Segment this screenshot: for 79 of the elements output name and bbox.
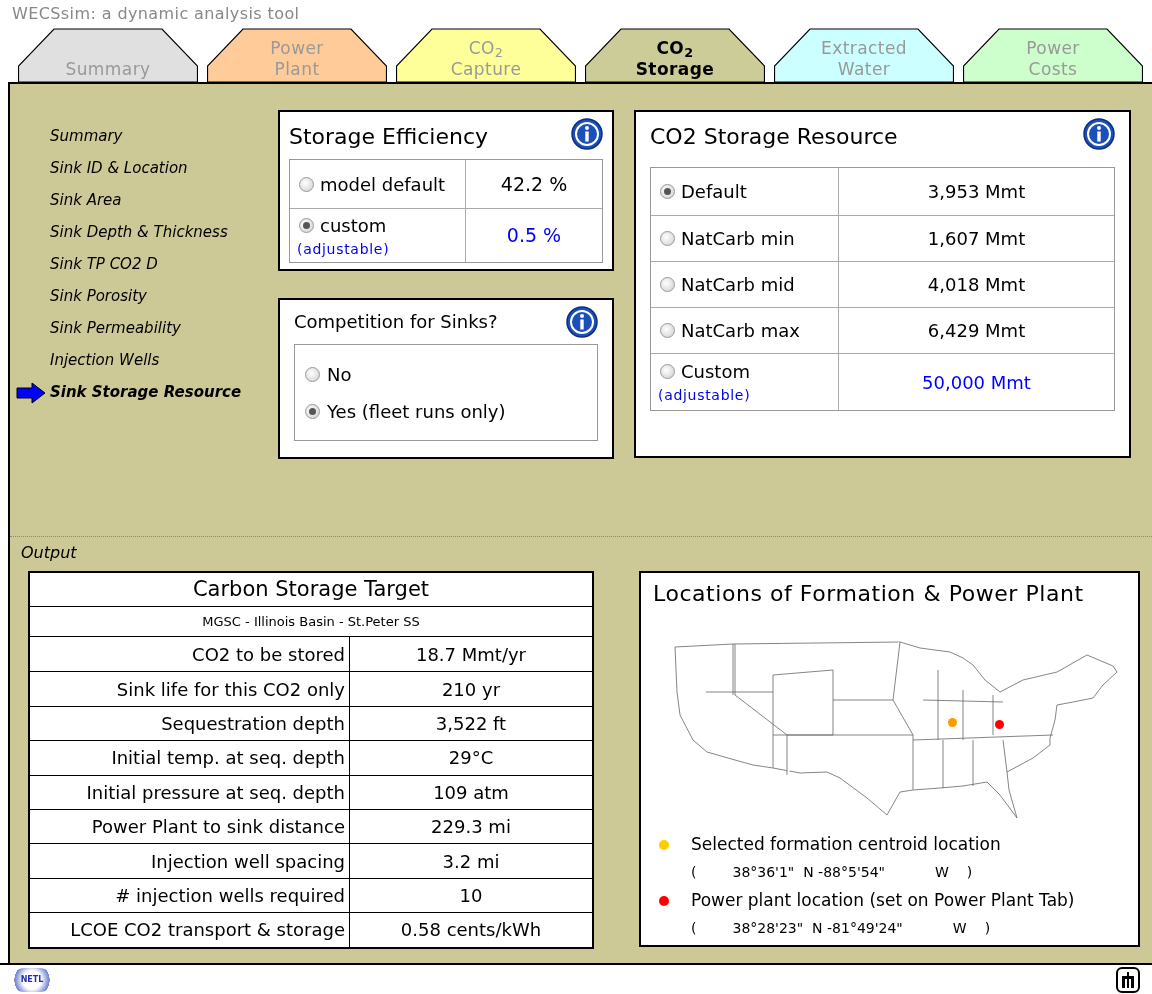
- value-text: 4,018 Mmt: [927, 273, 1026, 297]
- table-title: Carbon Storage Target: [30, 573, 592, 607]
- value-field[interactable]: 0.5 %: [506, 221, 562, 250]
- panel-title: CO2 Storage Resource: [650, 123, 898, 151]
- table-cell: Sink life for this CO2 only: [30, 672, 350, 706]
- radio-button[interactable]: [660, 184, 675, 199]
- nav-item[interactable]: Injection Wells: [50, 349, 160, 372]
- netl-logo: NETL: [12, 967, 52, 992]
- nav-item[interactable]: Sink Porosity: [50, 285, 147, 308]
- table-cell: Initial pressure at seq. depth: [30, 775, 350, 809]
- table-cell: Injection well spacing: [30, 844, 350, 878]
- option-label: NatCarb mid: [681, 273, 795, 297]
- coordinate-text: (: [691, 863, 697, 882]
- coordinate-text: 38°36'1" N -88°5'54": [732, 863, 885, 882]
- info-icon[interactable]: [571, 118, 603, 150]
- coordinate-text: W: [935, 863, 949, 882]
- value-text: 6,429 Mmt: [927, 319, 1026, 343]
- adjustable-note: (adjustable): [297, 239, 391, 259]
- option-label: No: [327, 362, 352, 387]
- coordinate-text: W: [952, 919, 967, 938]
- legend-label: Power plant location (set on Power Plant Tab): [691, 888, 1075, 912]
- nav-item[interactable]: Sink Depth & Thickness: [50, 221, 228, 244]
- table-subtitle: MGSC - Illinois Basin - St.Peter SS: [30, 607, 592, 637]
- radio-button[interactable]: [660, 364, 675, 379]
- tab[interactable]: CO$_{2}$ Storage: [585, 28, 765, 82]
- panel-title: Competition for Sinks?: [294, 310, 498, 334]
- table-cell-text: 10: [458, 883, 484, 908]
- panel-title: Locations of Formation & Power Plant: [653, 580, 1085, 608]
- table-cell-text: 18.7 Mmt/yr: [414, 642, 527, 667]
- option-label: NatCarb max: [681, 319, 800, 343]
- table-cell-text: 29°C: [447, 746, 495, 771]
- app-title: WECSsim: a dynamic analysis tool: [12, 3, 300, 25]
- value-text: 1,607 Mmt: [927, 227, 1026, 251]
- nav-item[interactable]: Sink Permeability: [50, 317, 181, 340]
- option-label: Yes (fleet runs only): [327, 399, 506, 424]
- nav-item[interactable]: Sink Area: [50, 189, 122, 212]
- nav-item[interactable]: Sink TP CO2 D: [50, 253, 158, 276]
- coordinate-text: ): [984, 919, 991, 938]
- table-cell: Power Plant to sink distance: [30, 809, 350, 844]
- option-label: Custom: [681, 360, 750, 384]
- emblem-icon: [1116, 966, 1140, 993]
- adjustable-note: (adjustable): [658, 386, 752, 405]
- table-cell: LCOE CO2 transport & storage: [30, 913, 350, 947]
- table-cell-text: 3.2 mi: [441, 849, 501, 874]
- table-cell-text: 0.58 cents/kWh: [399, 918, 543, 943]
- value-text: 3,953 Mmt: [927, 180, 1026, 204]
- arrow-icon: [16, 381, 46, 404]
- table-cell: CO2 to be stored: [30, 637, 350, 672]
- table-cell-text: 3,522 ft: [434, 711, 508, 736]
- table-cell-text: 109 atm: [432, 780, 510, 805]
- info-icon[interactable]: [566, 306, 598, 338]
- legend-label: Selected formation centroid location: [691, 832, 1001, 856]
- table-cell-text: 210 yr: [440, 677, 502, 702]
- output-label: Output: [21, 543, 77, 562]
- value-field[interactable]: 50,000 Mmt: [922, 368, 1031, 396]
- table-cell: Initial temp. at seq. depth: [30, 741, 350, 775]
- radio-button[interactable]: [660, 231, 675, 246]
- radio-button[interactable]: [299, 176, 314, 192]
- value-text: 42.2 %: [500, 171, 568, 197]
- nav-item[interactable]: Sink ID & Location: [50, 157, 188, 180]
- option-label: model default: [320, 172, 446, 197]
- coordinate-text: (: [691, 919, 697, 938]
- coordinate-text: 38°28'23" N -81°49'24": [732, 919, 903, 938]
- option-label: NatCarb min: [681, 227, 795, 251]
- nav-item[interactable]: Sink Storage Resource: [50, 381, 242, 404]
- option-label: custom: [320, 213, 387, 238]
- radio-button[interactable]: [660, 323, 675, 338]
- info-icon[interactable]: [1083, 118, 1115, 150]
- radio-button[interactable]: [660, 277, 675, 292]
- option-label: Default: [681, 180, 747, 204]
- nav-item[interactable]: Summary: [50, 125, 123, 148]
- radio-button[interactable]: [299, 217, 314, 233]
- table-cell: Sequestration depth: [30, 706, 350, 741]
- coordinate-text: ): [966, 863, 973, 882]
- radio-button[interactable]: [305, 403, 320, 419]
- table-cell-text: 229.3 mi: [430, 815, 512, 840]
- table-cell: # injection wells required: [30, 878, 350, 913]
- panel-title: Storage Efficiency: [289, 123, 489, 151]
- radio-button[interactable]: [305, 366, 320, 382]
